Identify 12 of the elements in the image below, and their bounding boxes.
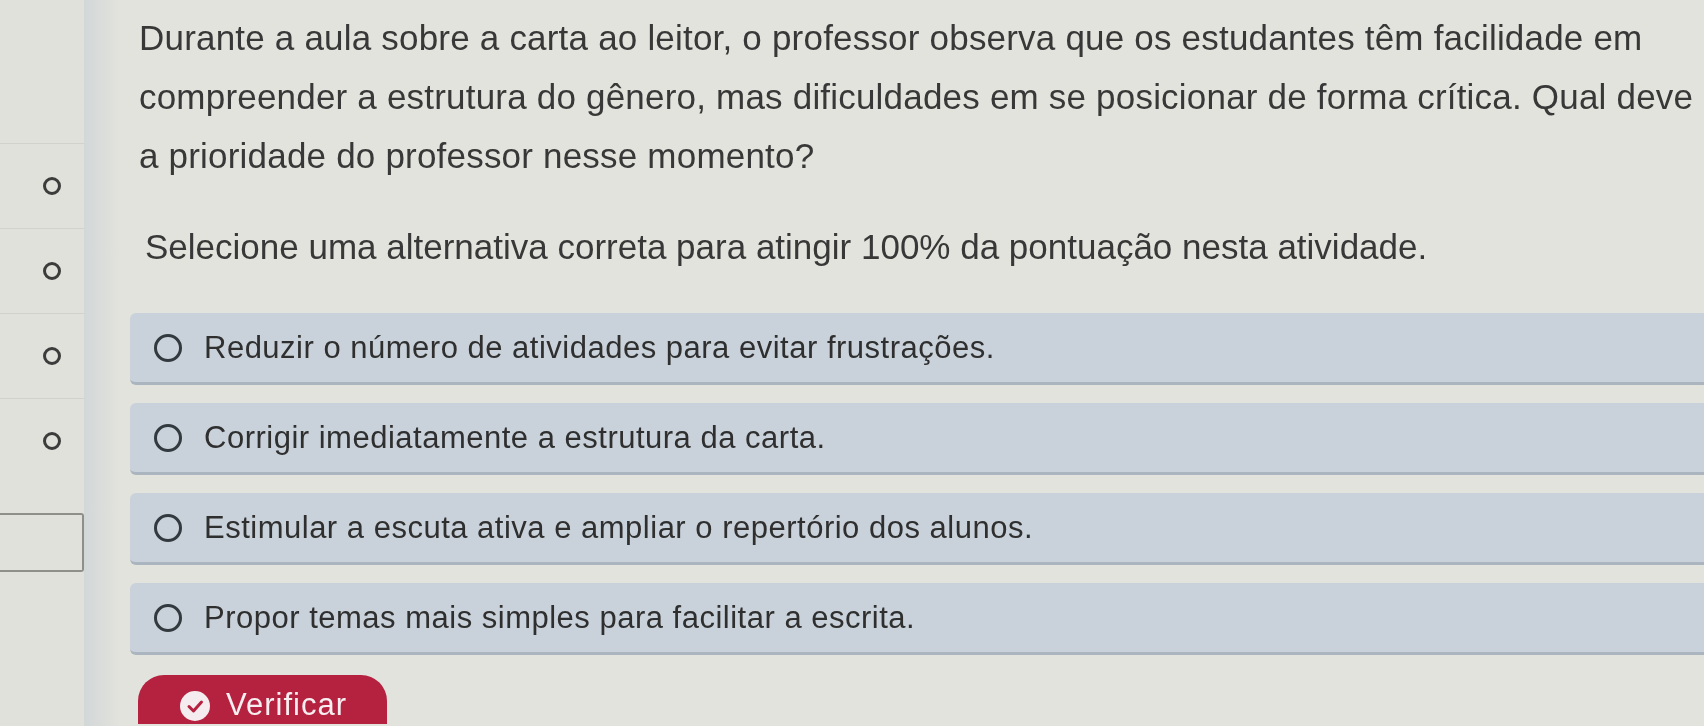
- radio-button[interactable]: [154, 423, 182, 452]
- verify-button[interactable]: Verificar: [138, 675, 387, 724]
- answer-option[interactable]: Propor temas mais simples para facilitar a escrita.: [130, 583, 1704, 655]
- instruction-text: Selecione uma alternativa correta para atingir 100% da pontuação nesta atividade.: [145, 227, 1428, 267]
- answer-option[interactable]: Reduzir o número de atividades para evitar frustrações.: [130, 313, 1704, 385]
- question-text: Durante a aula sobre a carta ao leitor, o professor observa que os estudantes têm facilidade em compreender a estrutura do gênero, mas dificuldades em se posicionar de forma crítica. Qual deve a prioridade do professor nesse momento?: [139, 17, 1695, 177]
- radio-button[interactable]: [154, 513, 182, 542]
- answer-option[interactable]: Estimular a escuta ativa e ampliar o repertório dos alunos.: [130, 493, 1704, 565]
- check-circle-icon: [180, 691, 210, 721]
- radio-button[interactable]: [154, 603, 182, 632]
- answer-option[interactable]: Corrigir imediatamente a estrutura da carta.: [130, 403, 1704, 475]
- radio-button[interactable]: [154, 333, 182, 362]
